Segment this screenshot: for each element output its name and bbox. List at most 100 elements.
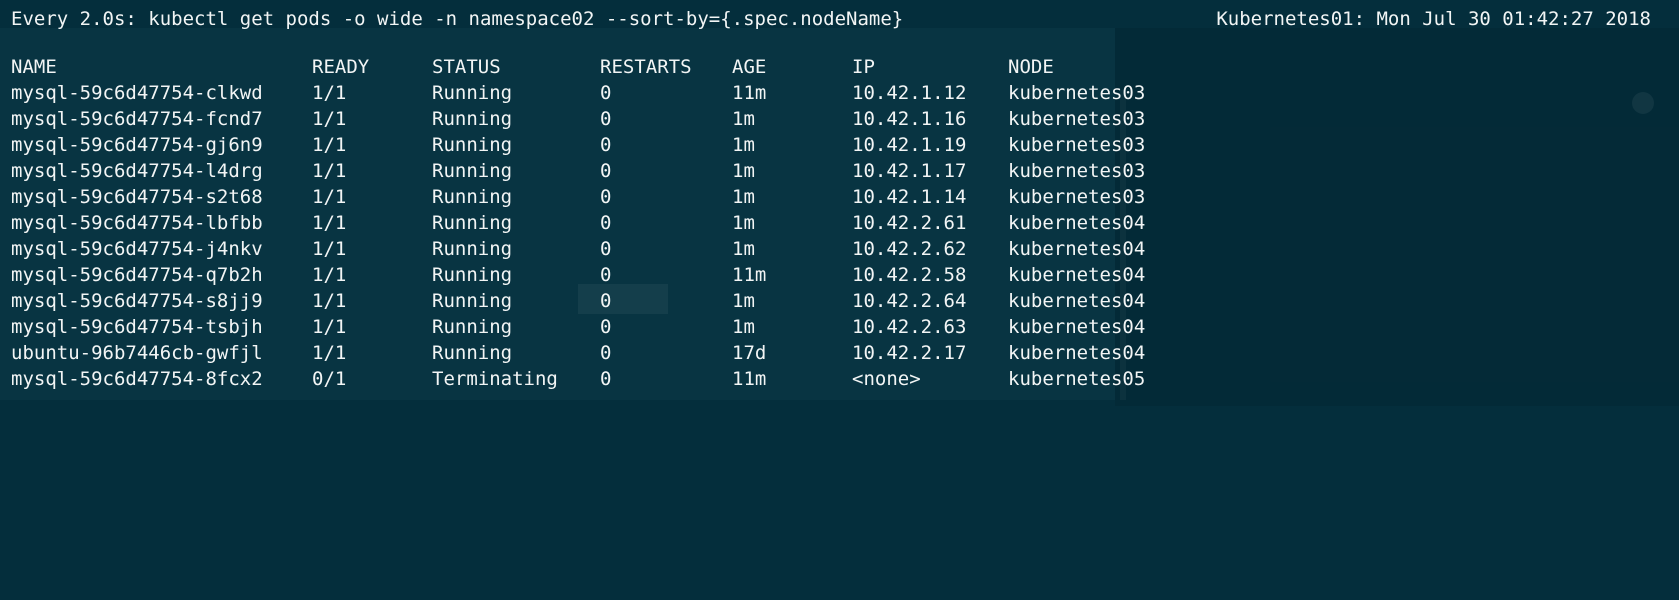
- pod-name: mysql-59c6d47754-tsbjh: [11, 316, 263, 338]
- pod-ip: <none>: [852, 368, 921, 390]
- pod-node: kubernetes04: [1008, 212, 1146, 234]
- table-row: mysql-59c6d47754-j4nkv 1/1 Running 0 1m …: [0, 236, 1145, 262]
- column-header-restarts: RESTARTS: [600, 56, 692, 78]
- pod-ip: 10.42.2.62: [852, 238, 967, 260]
- watch-command-header: Every 2.0s: kubectl get pods -o wide -n …: [11, 8, 904, 30]
- table-row: mysql-59c6d47754-gj6n9 1/1 Running 0 1m …: [0, 132, 1145, 158]
- pod-node: kubernetes03: [1008, 134, 1146, 156]
- column-header-ip: IP: [852, 56, 875, 78]
- pod-status: Terminating: [432, 368, 558, 390]
- column-header-age: AGE: [732, 56, 767, 78]
- pod-restarts: 0: [600, 160, 612, 182]
- pod-ready: 1/1: [312, 290, 347, 312]
- pod-status: Running: [432, 290, 513, 312]
- pod-restarts: 0: [600, 368, 612, 390]
- pod-restarts: 0: [600, 108, 612, 130]
- column-header-status: STATUS: [432, 56, 501, 78]
- pod-node: kubernetes05: [1008, 368, 1146, 390]
- pod-name: mysql-59c6d47754-s2t68: [11, 186, 263, 208]
- pod-ready: 1/1: [312, 264, 347, 286]
- pod-age: 1m: [732, 290, 755, 312]
- pod-status: Running: [432, 316, 513, 338]
- table-row: ubuntu-96b7446cb-gwfjl 1/1 Running 0 17d…: [0, 340, 1145, 366]
- pod-restarts: 0: [600, 342, 612, 364]
- pod-ready: 1/1: [312, 108, 347, 130]
- pod-name: mysql-59c6d47754-l4drg: [11, 160, 263, 182]
- table-row: mysql-59c6d47754-fcnd7 1/1 Running 0 1m …: [0, 106, 1145, 132]
- pod-status: Running: [432, 108, 513, 130]
- pod-node: kubernetes04: [1008, 290, 1146, 312]
- pod-name: mysql-59c6d47754-lbfbb: [11, 212, 263, 234]
- table-header-row: NAME READY STATUS RESTARTS AGE IP NODE: [0, 54, 1054, 80]
- pod-ip: 10.42.2.61: [852, 212, 967, 234]
- pod-name: mysql-59c6d47754-gj6n9: [11, 134, 263, 156]
- pod-ip: 10.42.1.12: [852, 82, 967, 104]
- pod-age: 1m: [732, 160, 755, 182]
- pod-age: 1m: [732, 238, 755, 260]
- pod-restarts: 0: [600, 82, 612, 104]
- pod-status: Running: [432, 342, 513, 364]
- pod-name: mysql-59c6d47754-8fcx2: [11, 368, 263, 390]
- pod-ip: 10.42.1.14: [852, 186, 967, 208]
- pod-ready: 1/1: [312, 134, 347, 156]
- pod-node: kubernetes04: [1008, 238, 1146, 260]
- pod-age: 17d: [732, 342, 767, 364]
- pod-node: kubernetes04: [1008, 264, 1146, 286]
- pod-restarts: 0: [600, 134, 612, 156]
- pod-restarts: 0: [600, 212, 612, 234]
- pod-ip: 10.42.1.16: [852, 108, 967, 130]
- pod-node: kubernetes04: [1008, 342, 1146, 364]
- table-row: mysql-59c6d47754-s8jj9 1/1 Running 0 1m …: [0, 288, 1145, 314]
- pod-ip: 10.42.1.17: [852, 160, 967, 182]
- pod-age: 1m: [732, 134, 755, 156]
- watch-host-timestamp: Kubernetes01: Mon Jul 30 01:42:27 2018: [1216, 8, 1651, 30]
- pod-ready: 0/1: [312, 368, 347, 390]
- pod-age: 1m: [732, 108, 755, 130]
- pod-restarts: 0: [600, 264, 612, 286]
- pod-node: kubernetes03: [1008, 108, 1146, 130]
- pod-ready: 1/1: [312, 186, 347, 208]
- pod-status: Running: [432, 160, 513, 182]
- pod-name: mysql-59c6d47754-s8jj9: [11, 290, 263, 312]
- pod-ip: 10.42.2.17: [852, 342, 967, 364]
- pod-name: mysql-59c6d47754-q7b2h: [11, 264, 263, 286]
- pod-status: Running: [432, 264, 513, 286]
- pod-node: kubernetes03: [1008, 186, 1146, 208]
- pod-ready: 1/1: [312, 82, 347, 104]
- table-row: mysql-59c6d47754-s2t68 1/1 Running 0 1m …: [0, 184, 1145, 210]
- table-row: mysql-59c6d47754-clkwd 1/1 Running 0 11m…: [0, 80, 1145, 106]
- pod-age: 11m: [732, 264, 767, 286]
- table-row: mysql-59c6d47754-q7b2h 1/1 Running 0 11m…: [0, 262, 1145, 288]
- table-row: mysql-59c6d47754-8fcx2 0/1 Terminating 0…: [0, 366, 1145, 392]
- pod-ready: 1/1: [312, 342, 347, 364]
- pod-ready: 1/1: [312, 238, 347, 260]
- pod-ip: 10.42.2.64: [852, 290, 967, 312]
- pod-age: 11m: [732, 82, 767, 104]
- pod-restarts: 0: [600, 316, 612, 338]
- pod-ip: 10.42.2.63: [852, 316, 967, 338]
- pod-age: 1m: [732, 316, 755, 338]
- column-header-node: NODE: [1008, 56, 1054, 78]
- column-header-name: NAME: [11, 56, 57, 78]
- pod-age: 1m: [732, 186, 755, 208]
- pod-age: 11m: [732, 368, 767, 390]
- pod-name: ubuntu-96b7446cb-gwfjl: [11, 342, 263, 364]
- table-row: mysql-59c6d47754-l4drg 1/1 Running 0 1m …: [0, 158, 1145, 184]
- pod-name: mysql-59c6d47754-clkwd: [11, 82, 263, 104]
- pod-restarts: 0: [600, 186, 612, 208]
- pod-restarts: 0: [600, 290, 612, 312]
- table-row: mysql-59c6d47754-lbfbb 1/1 Running 0 1m …: [0, 210, 1145, 236]
- terminal-window[interactable]: Every 2.0s: kubectl get pods -o wide -n …: [0, 0, 1679, 406]
- pod-ready: 1/1: [312, 160, 347, 182]
- pod-status: Running: [432, 134, 513, 156]
- pod-node: kubernetes03: [1008, 82, 1146, 104]
- pod-ready: 1/1: [312, 212, 347, 234]
- pod-ip: 10.42.1.19: [852, 134, 967, 156]
- pod-ready: 1/1: [312, 316, 347, 338]
- table-row: mysql-59c6d47754-tsbjh 1/1 Running 0 1m …: [0, 314, 1145, 340]
- pod-status: Running: [432, 238, 513, 260]
- pod-name: mysql-59c6d47754-j4nkv: [11, 238, 263, 260]
- pod-age: 1m: [732, 212, 755, 234]
- pod-status: Running: [432, 82, 513, 104]
- pod-name: mysql-59c6d47754-fcnd7: [11, 108, 263, 130]
